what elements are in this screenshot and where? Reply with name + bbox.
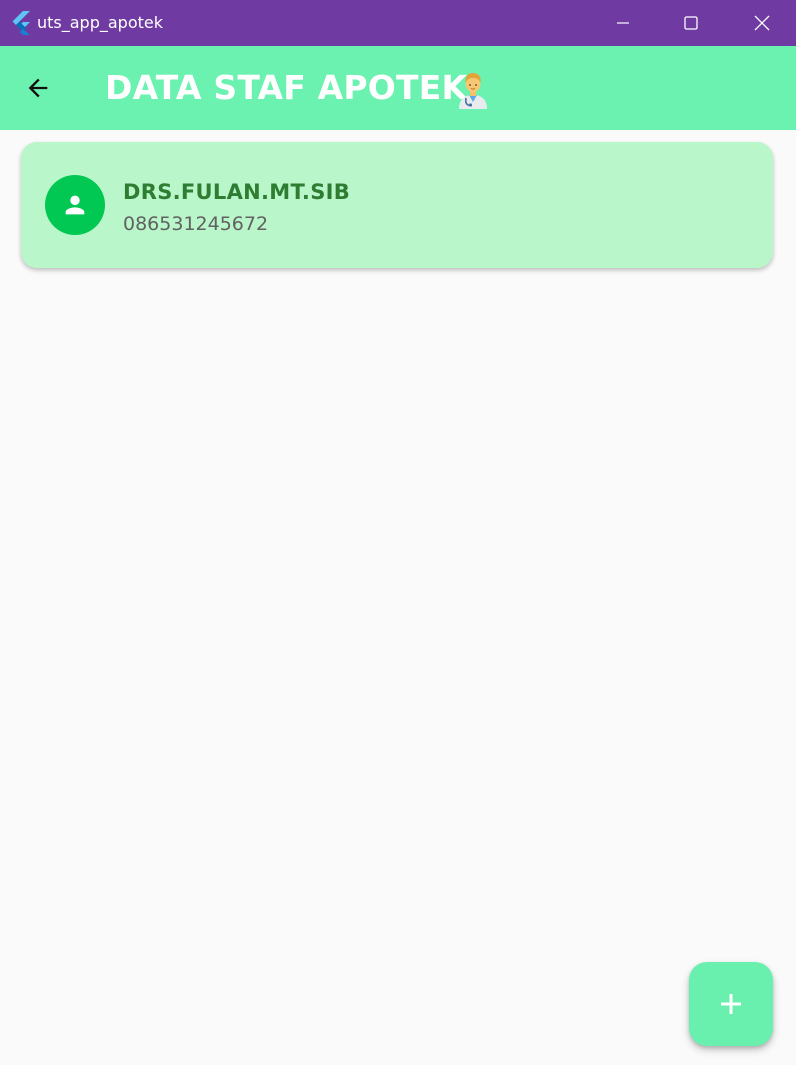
- page-title: DATA STAF APOTEK: [105, 68, 468, 107]
- window-title: uts_app_apotek: [37, 13, 163, 32]
- staff-name: DRS.FULAN.MT.SIB: [123, 180, 351, 204]
- minimize-icon: [617, 22, 629, 24]
- staff-phone: 086531245672: [123, 213, 269, 235]
- maximize-icon: [684, 16, 698, 30]
- close-button[interactable]: [729, 0, 795, 46]
- plus-icon: [721, 994, 741, 1014]
- flutter-logo-icon: [12, 11, 30, 35]
- back-button[interactable]: [18, 68, 58, 108]
- add-staff-button[interactable]: [689, 962, 773, 1046]
- arrow-left-icon: [28, 78, 48, 98]
- minimize-button[interactable]: [590, 0, 656, 46]
- avatar: [45, 175, 105, 235]
- maximize-button[interactable]: [658, 0, 724, 46]
- app-window: uts_app_apotek DATA STAF APOTEK DRS.FULA…: [0, 0, 796, 1065]
- person-icon: [65, 195, 85, 215]
- health-worker-emoji-icon: [459, 73, 487, 109]
- close-icon: [754, 15, 770, 31]
- staff-card[interactable]: DRS.FULAN.MT.SIB 086531245672: [21, 142, 773, 268]
- window-titlebar[interactable]: uts_app_apotek: [0, 0, 796, 46]
- app-bar: DATA STAF APOTEK: [0, 46, 796, 130]
